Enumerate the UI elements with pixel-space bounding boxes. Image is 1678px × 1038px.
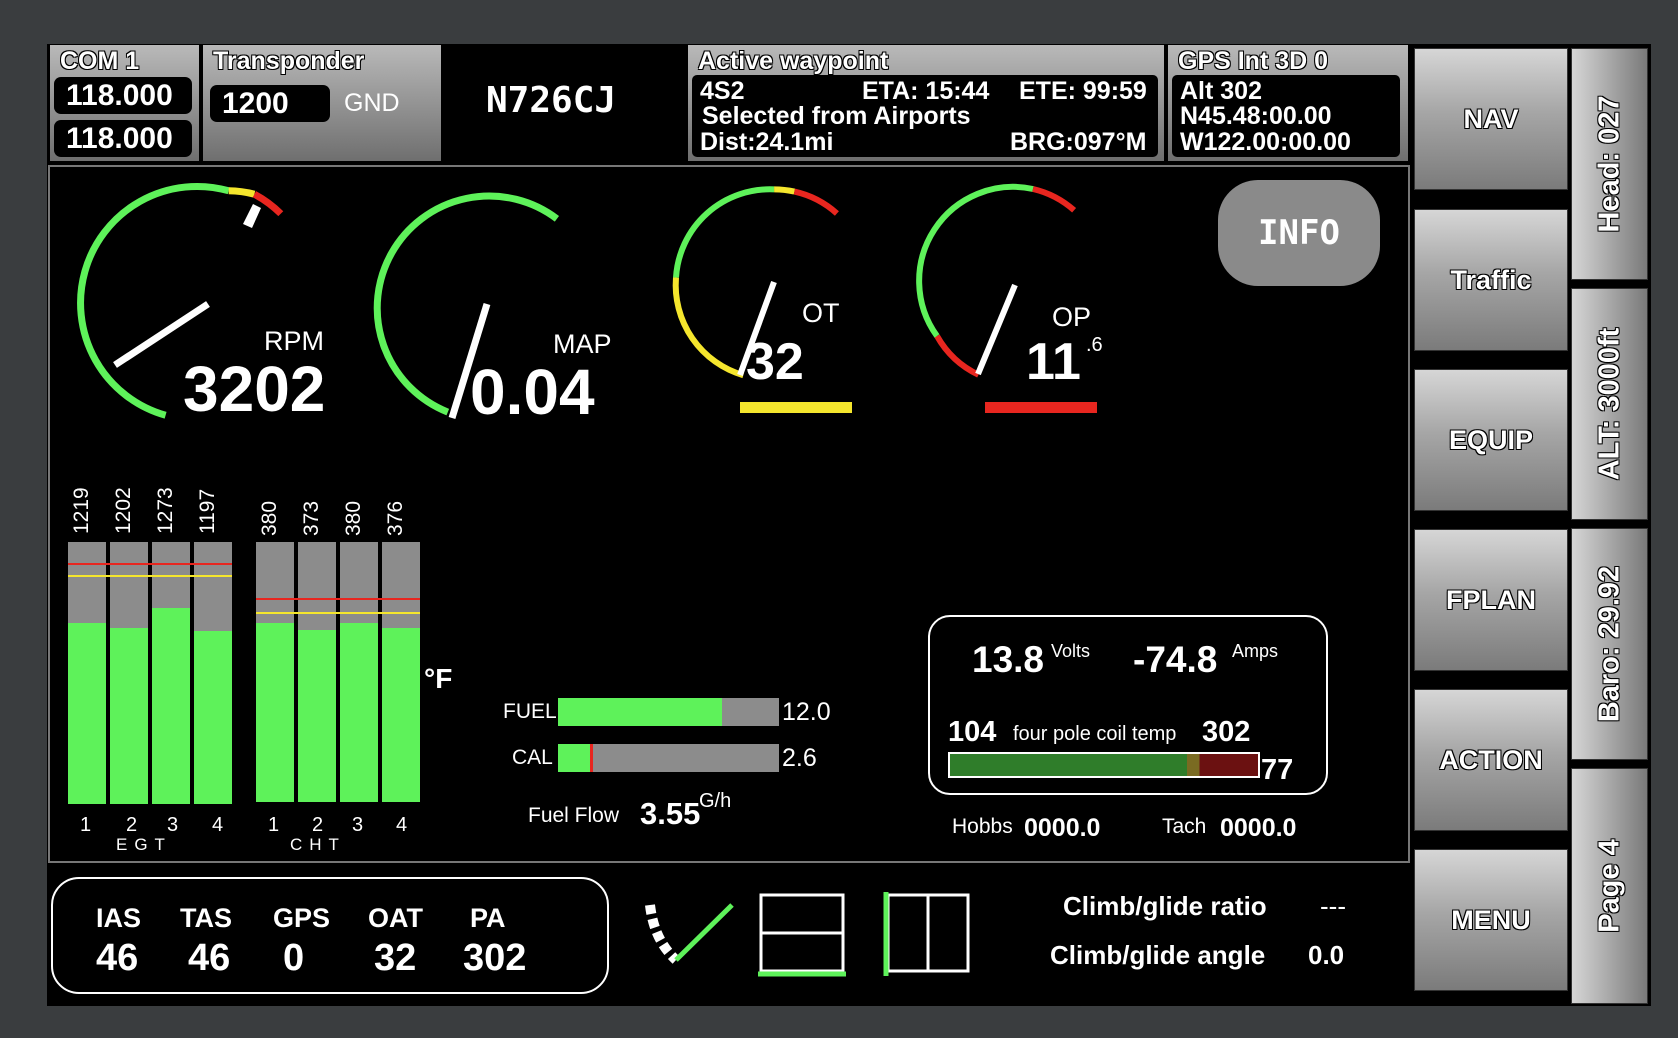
op-label: OP <box>1052 302 1092 332</box>
altitude-button[interactable]: ALT: 3000ft <box>1571 288 1648 520</box>
egt-temp-4: 1197 <box>196 488 219 534</box>
oat-label: OAT <box>368 903 423 933</box>
fuel-value: 12.0 <box>782 698 831 726</box>
coil-temp-value: 77 <box>1261 754 1294 786</box>
egt-cyl-4: 4 <box>212 814 224 836</box>
op-value: 11 <box>1026 333 1081 391</box>
egt-cyl-2: 2 <box>126 814 138 836</box>
coil-temp-right: 302 <box>1202 716 1251 748</box>
nav-button[interactable]: NAV <box>1414 48 1568 190</box>
horizontal-split-icon[interactable] <box>758 892 848 978</box>
ot-status-bar <box>740 402 852 413</box>
tach-value: 0000.0 <box>1220 814 1297 842</box>
volts-unit: Volts <box>1051 641 1091 661</box>
gps-speed-value: 0 <box>283 937 305 979</box>
heading-button[interactable]: Head: 027 <box>1571 48 1648 280</box>
cht-bar-3 <box>340 542 378 802</box>
tas-value: 46 <box>188 937 231 979</box>
cht-bar-2 <box>298 542 336 802</box>
egt-bar-2 <box>110 542 148 804</box>
cal-label: CAL <box>512 746 553 769</box>
volts-value: 13.8 <box>972 639 1045 680</box>
climb-angle-label: Climb/glide angle <box>1050 940 1266 970</box>
pa-label: PA <box>470 903 506 933</box>
egt-cyl-1: 1 <box>80 814 92 836</box>
egt-bar-3 <box>152 542 190 804</box>
equip-button[interactable]: EQUIP <box>1414 369 1568 511</box>
egt-temp-2: 1202 <box>112 487 135 534</box>
climb-angle-value: 0.0 <box>1308 940 1345 970</box>
page-button[interactable]: Page 4 <box>1571 768 1648 1004</box>
pa-value: 302 <box>463 937 527 979</box>
fuel-flow-label: Fuel Flow <box>528 804 620 827</box>
info-button[interactable]: INFO <box>1218 180 1380 286</box>
egt-bar-4 <box>194 542 232 804</box>
egt-title: EGT <box>116 835 172 854</box>
menu-button[interactable]: MENU <box>1414 849 1568 991</box>
cht-cyl-1: 1 <box>268 814 280 836</box>
fplan-button[interactable]: FPLAN <box>1414 529 1568 671</box>
amps-unit: Amps <box>1232 641 1279 661</box>
hobbs-label: Hobbs <box>952 815 1013 838</box>
traffic-button[interactable]: Traffic <box>1414 209 1568 351</box>
amps-value: -74.8 <box>1133 639 1218 680</box>
cht-temp-1: 380 <box>258 500 281 536</box>
egt-temp-1: 1219 <box>70 487 93 534</box>
cal-bar-fill <box>558 744 594 772</box>
op-needle <box>975 283 1018 376</box>
checkmark-icon[interactable] <box>640 895 736 970</box>
ot-label: OT <box>802 298 840 328</box>
map-value: 0.04 <box>470 356 595 428</box>
op-status-bar <box>985 402 1097 413</box>
coil-temp-bar <box>948 752 1260 778</box>
cht-red-line <box>256 598 420 600</box>
ias-value: 46 <box>96 937 139 979</box>
cht-yellow-line <box>256 612 420 614</box>
egt-temp-3: 1273 <box>154 487 177 534</box>
fuel-label: FUEL <box>503 700 557 723</box>
climb-ratio-value: --- <box>1320 891 1346 921</box>
temp-unit: °F <box>424 663 453 694</box>
coil-temp-left: 104 <box>948 716 997 748</box>
egt-cyl-3: 3 <box>167 814 179 836</box>
ot-value: 32 <box>746 333 804 391</box>
egt-bar-1 <box>68 542 106 804</box>
rpm-value: 3202 <box>183 353 326 425</box>
cal-bar <box>558 744 779 772</box>
baro-button[interactable]: Baro: 29.92 <box>1571 528 1648 760</box>
cht-cyl-2: 2 <box>312 814 324 836</box>
cht-temp-2: 373 <box>300 500 323 536</box>
ias-label: IAS <box>96 903 142 933</box>
action-button[interactable]: ACTION <box>1414 689 1568 831</box>
egt-red-line <box>68 563 232 565</box>
vertical-split-icon[interactable] <box>882 892 972 978</box>
hobbs-value: 0000.0 <box>1024 814 1101 842</box>
oat-value: 32 <box>374 937 417 979</box>
cht-title: CHT <box>290 835 346 854</box>
cht-cyl-4: 4 <box>396 814 408 836</box>
cht-bar-4 <box>382 542 420 802</box>
egt-yellow-line <box>68 575 232 577</box>
cht-cyl-3: 3 <box>352 814 364 836</box>
coil-temp-label: four pole coil temp <box>1013 723 1177 745</box>
fuel-bar <box>558 698 779 726</box>
cht-temp-4: 376 <box>384 500 407 536</box>
fuel-flow-unit: G/h <box>699 790 732 812</box>
climb-ratio-label: Climb/glide ratio <box>1063 891 1267 921</box>
fuel-flow-value: 3.55 <box>640 796 701 831</box>
gps-speed-label: GPS <box>273 903 331 933</box>
fuel-bar-fill <box>558 698 722 726</box>
cht-bar-1 <box>256 542 294 802</box>
cht-temp-3: 380 <box>342 500 365 536</box>
tas-label: TAS <box>180 903 232 933</box>
tach-label: Tach <box>1162 815 1207 838</box>
op-decimal: .6 <box>1086 334 1103 356</box>
info-button-label: INFO <box>1258 213 1340 253</box>
cal-value: 2.6 <box>782 744 817 772</box>
